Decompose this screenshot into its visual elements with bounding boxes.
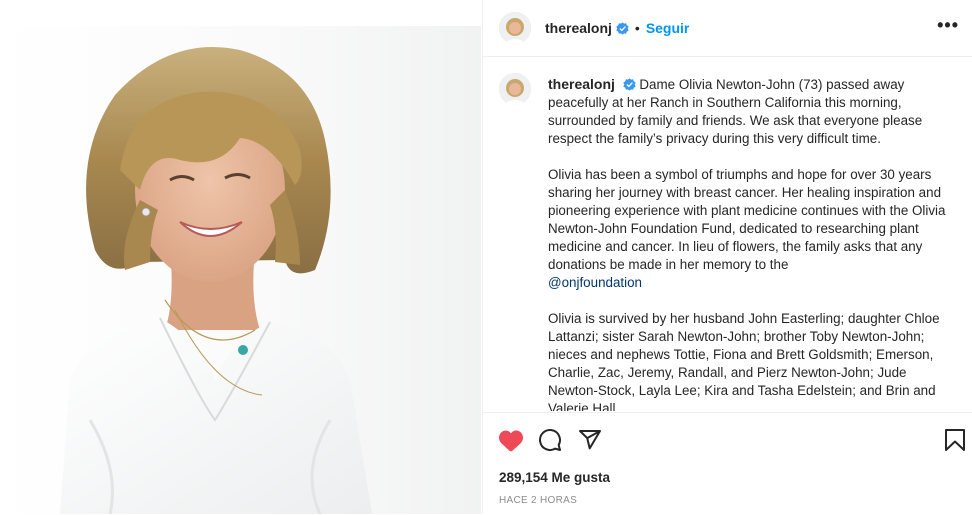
comments-scroll-area[interactable]: therealonj Dame Olivia Newton-John (73) … — [483, 57, 972, 411]
avatar-image — [499, 12, 531, 44]
post-header: therealonj • Seguir ••• — [483, 0, 972, 57]
caption-text: therealonj Dame Olivia Newton-John (73) … — [548, 75, 958, 411]
post-timestamp[interactable]: HACE 2 HORAS — [499, 495, 577, 506]
caption-paragraph-3: Olivia is survived by her husband John E… — [548, 311, 940, 411]
portrait-image — [0, 0, 481, 514]
caption-avatar[interactable] — [499, 73, 531, 105]
more-options-icon[interactable]: ••• — [937, 16, 959, 34]
bookmark-save-icon[interactable] — [945, 428, 965, 452]
follow-button[interactable]: Seguir — [646, 20, 690, 36]
comment-icon[interactable] — [538, 428, 562, 452]
post-actions: 289,154 Me gusta HACE 2 HORAS — [483, 412, 972, 515]
caption-paragraph-2: Olivia has been a symbol of triumphs and… — [548, 167, 946, 272]
caption-username[interactable]: therealonj — [548, 76, 615, 92]
separator-dot: • — [634, 20, 640, 36]
avatar-image — [499, 73, 531, 105]
header-username[interactable]: therealonj — [545, 20, 612, 36]
avatar[interactable] — [499, 12, 531, 44]
like-heart-icon[interactable] — [498, 429, 524, 453]
likes-count[interactable]: 289,154 Me gusta — [499, 470, 610, 485]
mention-link[interactable]: @onjfoundation — [548, 275, 642, 290]
post-photo[interactable] — [0, 0, 481, 514]
verified-badge-icon — [622, 78, 636, 91]
post-side-panel: therealonj • Seguir ••• therealonj Dame … — [482, 0, 972, 514]
verified-badge-icon — [616, 21, 629, 35]
share-send-icon[interactable] — [578, 428, 602, 452]
